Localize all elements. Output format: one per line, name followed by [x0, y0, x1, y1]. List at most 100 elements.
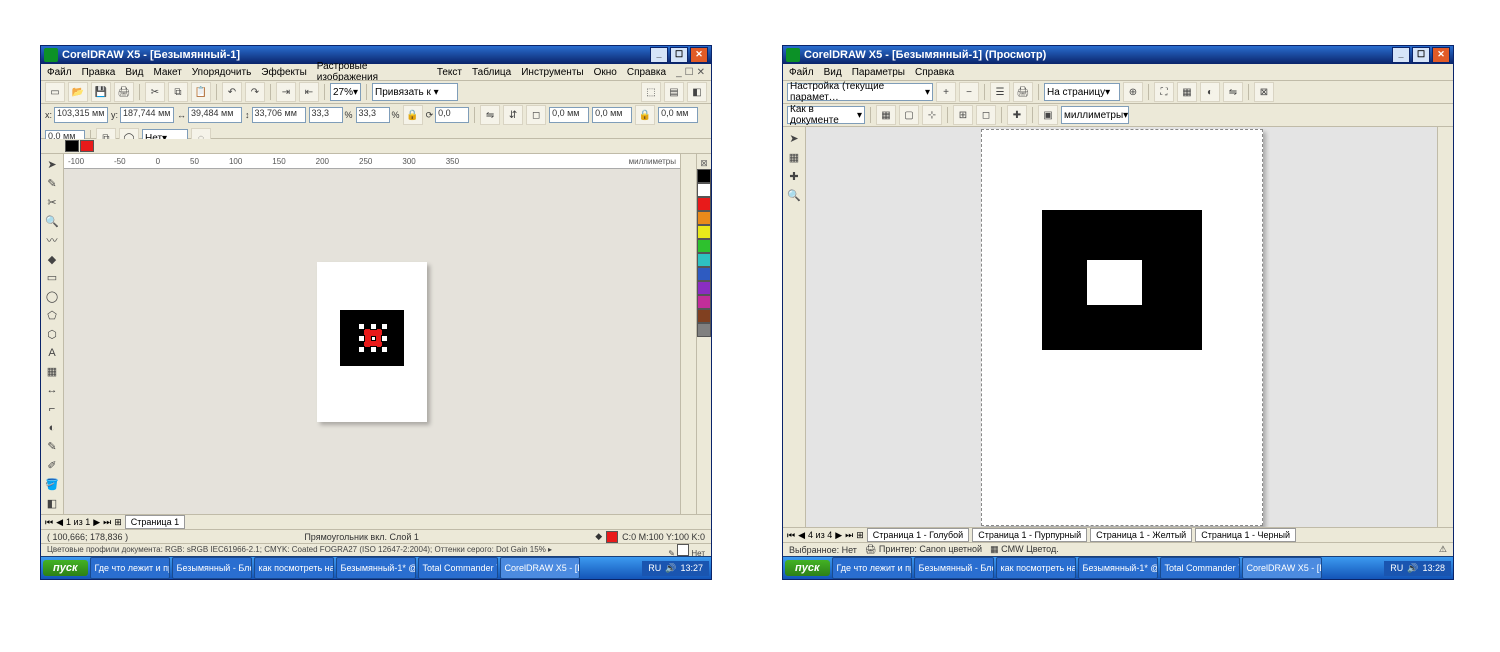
zoom-fit-combo[interactable]: На страницу ▾: [1044, 83, 1120, 101]
zoom-in-button[interactable]: ⊕: [1123, 82, 1143, 102]
export-button[interactable]: ⇤: [299, 82, 319, 102]
nav-first-icon[interactable]: ⏮: [787, 530, 795, 541]
menubar[interactable]: Файл Вид Параметры Справка: [783, 64, 1453, 81]
separations-button[interactable]: ▦: [1177, 82, 1197, 102]
fill-tool-icon[interactable]: 🪣: [42, 476, 62, 494]
page-navigator[interactable]: ⏮ ◀ 1 из 1 ▶ ⏭ ⊞ Страница 1: [41, 514, 711, 529]
menu-table[interactable]: Таблица: [472, 67, 511, 78]
selected-red-square[interactable]: [364, 329, 382, 347]
lock-corners-icon[interactable]: 🔒: [635, 105, 655, 125]
remove-preset-button[interactable]: −: [959, 82, 979, 102]
options-button[interactable]: ⬚: [641, 82, 661, 102]
menu-effects[interactable]: Эффекты: [261, 67, 306, 78]
close-button[interactable]: ✕: [690, 47, 708, 63]
rotation-input[interactable]: 0,0: [435, 107, 469, 123]
add-page-icon[interactable]: ⊞: [856, 530, 864, 541]
swatch-violet[interactable]: [697, 281, 711, 295]
marks-icon[interactable]: ⊹: [922, 105, 942, 125]
nav-last-icon[interactable]: ⏭: [103, 517, 111, 528]
tray-icon[interactable]: 🔊: [665, 563, 676, 574]
snap-combo[interactable]: Привязать к ▾: [372, 83, 458, 101]
separation-tab-black[interactable]: Страница 1 - Черный: [1195, 528, 1296, 542]
language-indicator[interactable]: RU: [1390, 563, 1403, 573]
nav-next-icon[interactable]: ▶: [835, 530, 842, 541]
close-button[interactable]: ✕: [1432, 47, 1450, 63]
rectangle-tool-icon[interactable]: ▭: [42, 269, 62, 287]
lock-ratio-icon[interactable]: 🔒: [403, 105, 423, 125]
color-palette[interactable]: ⊠: [696, 154, 711, 514]
scale-y-input[interactable]: 33,3: [356, 107, 390, 123]
launcher-button[interactable]: ▤: [664, 82, 684, 102]
print-options-button[interactable]: ☰: [990, 82, 1010, 102]
bleed-icon[interactable]: ◻: [976, 105, 996, 125]
menu-window[interactable]: Окно: [594, 67, 617, 78]
language-indicator[interactable]: RU: [648, 563, 661, 573]
task-item[interactable]: Безымянный-1* @ 1…: [1078, 557, 1158, 579]
outline-well[interactable]: [80, 140, 94, 152]
height-input[interactable]: 33,706 мм: [252, 107, 306, 123]
swatch-gray[interactable]: [697, 323, 711, 337]
no-color-swatch[interactable]: ⊠: [697, 158, 711, 169]
separation-tab-magenta[interactable]: Страница 1 - Пурпурный: [972, 528, 1087, 542]
standard-toolbar[interactable]: ▭ 📂 💾 🖨 ✂ ⧉ 📋 ↶ ↷ ⇥ ⇤ 27% ▾ Привязать к …: [41, 81, 711, 104]
preview-canvas[interactable]: [806, 127, 1437, 527]
task-item[interactable]: Где что лежит и пр…: [832, 557, 912, 579]
swatch-brown[interactable]: [697, 309, 711, 323]
undo-button[interactable]: ↶: [222, 82, 242, 102]
copy-button[interactable]: ⧉: [168, 82, 188, 102]
corner-x1-input[interactable]: 0,0 мм: [549, 107, 589, 123]
mdi-close-icon[interactable]: ✕: [697, 67, 705, 78]
menu-text[interactable]: Текст: [437, 67, 462, 78]
property-bar[interactable]: x:103,315 мм y:187,744 мм ↔39,484 мм ↕33…: [41, 104, 711, 139]
pos-x-input[interactable]: 103,315 мм: [54, 107, 108, 123]
pick-tool-icon[interactable]: ➤: [42, 156, 62, 174]
mirror-h-button[interactable]: ⇋: [480, 105, 500, 125]
menu-tools[interactable]: Инструменты: [521, 67, 583, 78]
swatch-red[interactable]: [697, 197, 711, 211]
maximize-button[interactable]: ☐: [670, 47, 688, 63]
imposition-icon[interactable]: ▦: [876, 105, 896, 125]
print-button[interactable]: 🖨: [114, 82, 134, 102]
redo-button[interactable]: ↷: [245, 82, 265, 102]
task-item[interactable]: Безымянный - Блокнот: [914, 557, 994, 579]
menu-bitmaps[interactable]: Растровые изображения: [317, 61, 427, 83]
blend-tool-icon[interactable]: ◐: [42, 419, 62, 437]
table-tool-icon[interactable]: ▦: [42, 363, 62, 381]
swatch-yellow[interactable]: [697, 225, 711, 239]
outline-tool-icon[interactable]: ✐: [42, 457, 62, 475]
task-item[interactable]: Безымянный - Блокнот: [172, 557, 252, 579]
corner-y1-input[interactable]: 0,0 мм: [592, 107, 632, 123]
eyedropper-tool-icon[interactable]: ✎: [42, 438, 62, 456]
swatch-magenta[interactable]: [697, 295, 711, 309]
marks-tool-icon[interactable]: ✚: [784, 167, 804, 185]
paste-button[interactable]: 📋: [191, 82, 211, 102]
preview-toolbar-2[interactable]: Как в документе ▾ ▦ ▢ ⊹ ⊞ ◻ ✚ ▣ миллимет…: [783, 104, 1453, 127]
task-item[interactable]: как посмотреть нап…: [254, 557, 334, 579]
save-button[interactable]: 💾: [91, 82, 111, 102]
freehand-tool-icon[interactable]: 〰: [42, 231, 62, 249]
task-item[interactable]: Где что лежит и пр…: [90, 557, 170, 579]
preset-combo[interactable]: Настройка (текущие парамет… ▾: [787, 83, 933, 101]
dimension-tool-icon[interactable]: ↔: [42, 382, 62, 400]
nav-next-icon[interactable]: ▶: [93, 517, 100, 528]
add-page-icon[interactable]: ⊞: [114, 517, 122, 528]
page-tab[interactable]: Страница 1: [125, 515, 185, 529]
swatch-orange[interactable]: [697, 211, 711, 225]
nav-prev-icon[interactable]: ◀: [56, 517, 63, 528]
start-button[interactable]: пуск: [43, 560, 88, 576]
start-button[interactable]: пуск: [785, 560, 830, 576]
tiles-icon[interactable]: ⊞: [953, 105, 973, 125]
system-tray[interactable]: RU 🔊 13:28: [1384, 561, 1451, 576]
registration-icon[interactable]: ✚: [1007, 105, 1027, 125]
crop-tool-icon[interactable]: ✂: [42, 194, 62, 212]
new-doc-button[interactable]: ▭: [45, 82, 65, 102]
taskbar[interactable]: пуск Где что лежит и пр… Безымянный - Бл…: [41, 556, 711, 579]
zoom-tool-icon[interactable]: 🔍: [42, 212, 62, 230]
print-button[interactable]: 🖨: [1013, 82, 1033, 102]
menu-layout[interactable]: Макет: [153, 67, 181, 78]
docker-bar[interactable]: [680, 154, 696, 514]
task-item[interactable]: Безымянный-1* @ 1…: [336, 557, 416, 579]
corner-shape-button[interactable]: ◻: [526, 105, 546, 125]
dockers-button[interactable]: ◧: [687, 82, 707, 102]
nav-last-icon[interactable]: ⏭: [845, 530, 853, 541]
